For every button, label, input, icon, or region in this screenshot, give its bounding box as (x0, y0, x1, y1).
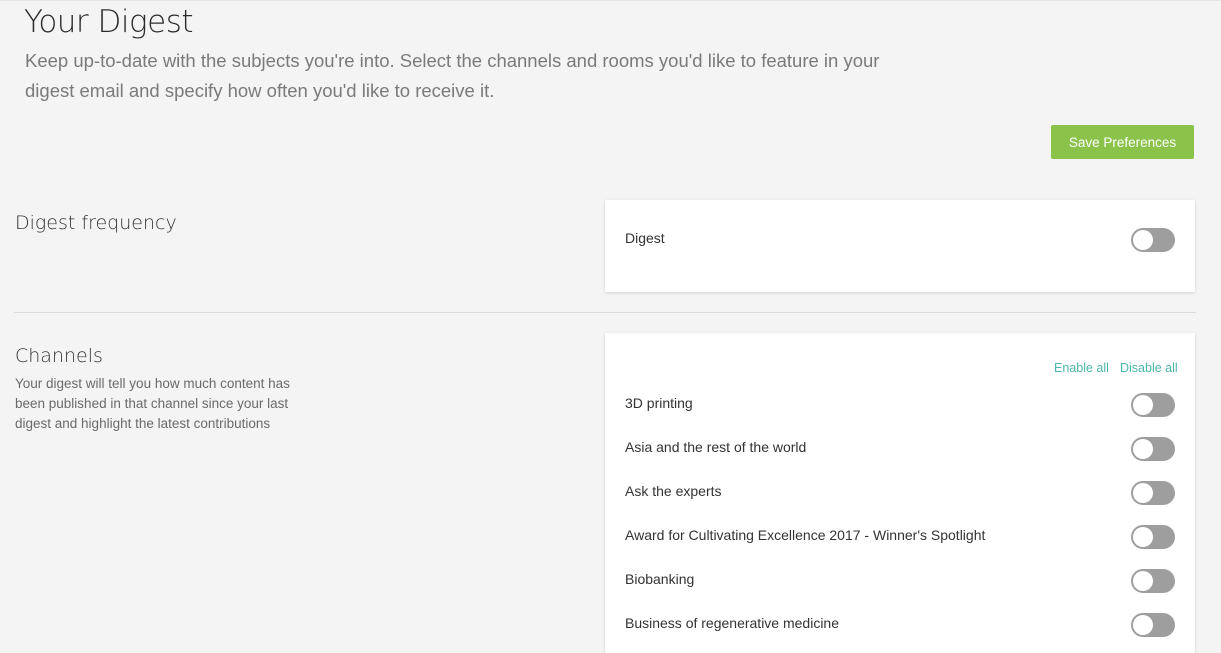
page-description: Keep up-to-date with the subjects you're… (25, 50, 880, 101)
digest-toggle[interactable] (1131, 228, 1175, 252)
channel-toggle[interactable] (1131, 613, 1175, 637)
top-border (0, 0, 1221, 1)
disable-all-link[interactable]: Disable all (1120, 361, 1178, 375)
toggle-knob (1133, 615, 1153, 635)
channel-label: Award for Cultivating Excellence 2017 - … (625, 527, 986, 543)
toggle-knob (1133, 527, 1153, 547)
channel-toggle[interactable] (1131, 481, 1175, 505)
toggle-knob (1133, 483, 1153, 503)
enable-all-link[interactable]: Enable all (1054, 361, 1109, 375)
toggle-knob (1133, 571, 1153, 591)
digest-row-label: Digest (625, 230, 665, 246)
toggle-knob (1133, 439, 1153, 459)
channel-label: Business of regenerative medicine (625, 615, 840, 631)
digest-frequency-card: Digest (605, 200, 1195, 292)
page-title: Your Digest (24, 4, 194, 40)
toggle-knob (1133, 230, 1153, 250)
save-preferences-button[interactable]: Save Preferences (1051, 125, 1194, 159)
section-divider (14, 312, 1196, 313)
channel-toggle[interactable] (1131, 393, 1175, 417)
channels-title: Channels (15, 345, 103, 367)
digest-frequency-title: Digest frequency (15, 212, 177, 234)
channel-label: 3D printing (625, 395, 693, 411)
channels-card: Enable all Disable all 3D printing Asia … (605, 333, 1195, 653)
channel-toggle[interactable] (1131, 569, 1175, 593)
toggle-knob (1133, 395, 1153, 415)
channels-description: Your digest will tell you how much conte… (15, 376, 290, 431)
channel-toggle[interactable] (1131, 437, 1175, 461)
channel-label: Asia and the rest of the world (625, 439, 807, 455)
channel-toggle[interactable] (1131, 525, 1175, 549)
channel-label: Ask the experts (625, 483, 722, 499)
channel-label: Biobanking (625, 571, 695, 587)
